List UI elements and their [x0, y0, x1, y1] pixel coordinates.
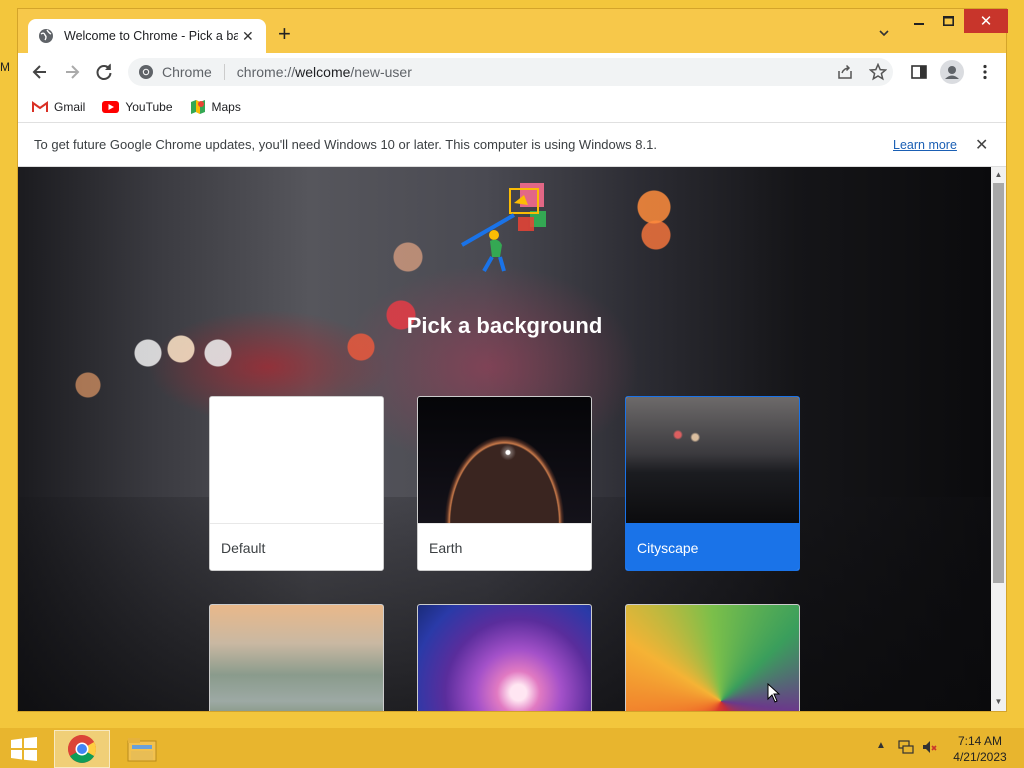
clock-date: 4/21/2023 — [953, 750, 1007, 764]
side-panel-icon[interactable] — [910, 63, 928, 81]
toolbar: Chrome chrome://welcome/new-user — [18, 53, 1006, 91]
omnibox-divider — [223, 64, 225, 80]
volume-muted-icon[interactable] — [922, 739, 938, 755]
network-icon[interactable] — [898, 739, 914, 755]
minimize-icon — [914, 23, 924, 25]
background-label: Earth — [418, 523, 591, 570]
bookmark-label: Gmail — [54, 99, 86, 114]
taskbar: ▲ 7:14 AM 4/21/2023 — [0, 728, 1024, 768]
reload-icon[interactable] — [94, 62, 114, 82]
background-card-earth[interactable]: Earth — [417, 396, 592, 571]
close-button[interactable]: ✕ — [964, 9, 1008, 33]
profile-avatar[interactable] — [940, 60, 964, 84]
back-arrow-icon[interactable] — [30, 62, 50, 82]
background-thumbnail — [210, 605, 383, 711]
clock-time: 7:14 AM — [957, 734, 1003, 748]
infobar-message: To get future Google Chrome updates, you… — [34, 137, 657, 152]
tab-welcome[interactable]: Welcome to Chrome - Pick a background ✕ — [28, 19, 266, 53]
scrollbar-thumb[interactable] — [993, 183, 1004, 583]
background-card-cityscape[interactable]: Cityscape — [625, 396, 800, 571]
tray-overflow-icon[interactable]: ▲ — [876, 740, 886, 751]
system-clock[interactable]: 7:14 AM 4/21/2023 — [950, 733, 1010, 765]
windows-start-icon[interactable] — [10, 737, 38, 761]
bookmark-youtube[interactable]: YouTube — [102, 99, 173, 114]
taskbar-file-explorer[interactable] — [114, 730, 170, 768]
learn-more-link[interactable]: Learn more — [893, 138, 957, 152]
scroll-up-icon[interactable]: ▲ — [994, 170, 1003, 179]
welcome-page: Pick a background Default Earth Cityscap… — [18, 167, 991, 711]
title-bar: Welcome to Chrome - Pick a background ✕ … — [18, 9, 1008, 53]
background-card-default[interactable]: Default — [209, 396, 384, 571]
gmail-icon — [32, 100, 48, 113]
background-card-landscape[interactable] — [209, 604, 384, 711]
bookmark-maps[interactable]: Maps — [190, 99, 241, 115]
star-icon[interactable] — [869, 63, 887, 81]
background-thumbnail — [418, 605, 591, 711]
update-infobar: To get future Google Chrome updates, you… — [18, 123, 1006, 167]
bookmarks-bar: Gmail YouTube Maps — [18, 91, 1006, 123]
chrome-logo-icon — [139, 65, 153, 79]
desktop-edge-text: M — [0, 60, 10, 74]
url-text: chrome://welcome/new-user — [236, 64, 412, 80]
maps-icon — [190, 99, 205, 114]
background-label: Default — [210, 523, 383, 570]
taskbar-chrome[interactable] — [54, 730, 110, 768]
infobar-close-icon[interactable]: ✕ — [975, 135, 988, 155]
background-thumbnail — [418, 397, 591, 523]
close-icon: ✕ — [979, 13, 993, 30]
tab-close-icon[interactable]: ✕ — [242, 28, 254, 45]
share-icon[interactable] — [836, 63, 854, 81]
chrome-window: Welcome to Chrome - Pick a background ✕ … — [17, 8, 1008, 712]
maximize-icon — [942, 16, 954, 26]
page-title: Pick a background — [406, 313, 603, 338]
background-label: Cityscape — [626, 523, 799, 570]
scroll-down-icon[interactable]: ▼ — [994, 697, 1003, 706]
chrome-icon — [68, 735, 96, 763]
chevron-down-icon[interactable] — [878, 27, 890, 39]
minimize-button[interactable] — [906, 9, 932, 33]
background-card-galaxy[interactable] — [417, 604, 592, 711]
folder-icon — [127, 738, 157, 762]
globe-icon — [39, 29, 53, 43]
address-bar[interactable]: Chrome chrome://welcome/new-user — [128, 58, 893, 86]
background-thumbnail — [210, 397, 383, 523]
forward-arrow-icon[interactable] — [62, 62, 82, 82]
bookmark-label: YouTube — [125, 99, 173, 114]
person-icon — [945, 66, 959, 79]
bookmark-gmail[interactable]: Gmail — [32, 100, 85, 114]
bookmark-label: Maps — [211, 99, 241, 114]
tab-title: Welcome to Chrome - Pick a background — [64, 29, 238, 43]
maximize-button[interactable] — [934, 9, 962, 33]
new-tab-button[interactable]: + — [278, 23, 291, 45]
page-scrollbar[interactable]: ▲ ▼ — [991, 167, 1006, 711]
kebab-menu-icon[interactable] — [976, 63, 994, 81]
mouse-cursor-icon — [767, 683, 781, 703]
background-thumbnail — [626, 397, 799, 523]
youtube-icon — [102, 100, 120, 113]
hero-illustration-icon — [461, 183, 546, 272]
omnibox-chip-label: Chrome — [162, 64, 212, 80]
